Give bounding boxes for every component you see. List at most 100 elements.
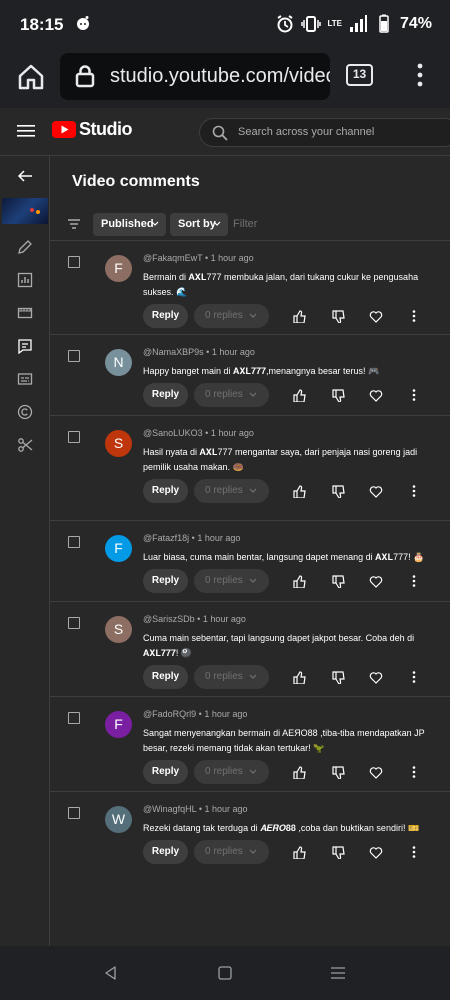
like-icon[interactable]	[292, 765, 306, 779]
more-vert-icon[interactable]	[407, 765, 421, 779]
heart-icon[interactable]	[369, 484, 383, 498]
dislike-icon[interactable]	[331, 574, 345, 588]
video-thumbnail[interactable]	[2, 198, 48, 224]
more-vert-icon[interactable]	[407, 309, 421, 323]
heart-icon[interactable]	[369, 388, 383, 402]
comment-author[interactable]: @SanoLUKO3	[143, 428, 203, 438]
channel-search-input[interactable]: Search across your channel	[199, 118, 450, 147]
tab-switcher-button[interactable]: 13	[346, 64, 373, 86]
edit-icon[interactable]	[17, 239, 33, 255]
more-vert-icon[interactable]	[408, 62, 432, 88]
chevron-down-icon	[249, 578, 257, 583]
replies-label: 0 replies	[205, 575, 243, 586]
replies-button[interactable]: 0 replies	[194, 760, 269, 784]
address-bar[interactable]: studio.youtube.com/video	[60, 53, 330, 100]
menu-icon[interactable]	[16, 122, 36, 140]
more-vert-icon[interactable]	[407, 670, 421, 684]
clips-icon[interactable]	[17, 437, 33, 453]
analytics-icon[interactable]	[17, 272, 33, 288]
more-vert-icon[interactable]	[407, 845, 421, 859]
reply-button[interactable]: Reply	[143, 840, 188, 864]
comment-author[interactable]: @SariszSDb	[143, 614, 195, 624]
studio-logo-text[interactable]: Studio	[79, 119, 133, 140]
more-vert-icon[interactable]	[407, 574, 421, 588]
back-arrow-icon[interactable]	[17, 168, 33, 184]
comment-author[interactable]: @FakaqmEwT	[143, 253, 202, 263]
replies-button[interactable]: 0 replies	[194, 569, 269, 593]
replies-button[interactable]: 0 replies	[194, 383, 269, 407]
filter-icon[interactable]	[67, 218, 81, 230]
back-nav-icon[interactable]	[103, 965, 119, 981]
comment-meta: @NamaXBP9s • 1 hour ago	[143, 347, 255, 357]
battery-icon	[379, 14, 389, 33]
dislike-icon[interactable]	[331, 484, 345, 498]
like-icon[interactable]	[292, 484, 306, 498]
battery-percent: 74%	[399, 15, 432, 32]
like-icon[interactable]	[292, 670, 306, 684]
dislike-icon[interactable]	[331, 388, 345, 402]
comment-author[interactable]: @NamaXBP9s	[143, 347, 204, 357]
like-icon[interactable]	[292, 574, 306, 588]
comment-row: F @FakaqmEwT • 1 hour ago Bermain di 𝐀𝐗𝐋77…	[50, 240, 450, 334]
like-icon[interactable]	[292, 309, 306, 323]
comment-row: F @FadoRQrl9 • 1 hour ago Sangat menyenang…	[50, 696, 450, 791]
reply-button[interactable]: Reply	[143, 304, 188, 328]
reply-button[interactable]: Reply	[143, 383, 188, 407]
replies-button[interactable]: 0 replies	[194, 665, 269, 689]
more-vert-icon[interactable]	[407, 388, 421, 402]
heart-icon[interactable]	[369, 670, 383, 684]
reply-button[interactable]: Reply	[143, 569, 188, 593]
dislike-icon[interactable]	[331, 765, 345, 779]
select-checkbox[interactable]	[68, 807, 80, 819]
avatar[interactable]: S	[105, 430, 132, 457]
heart-icon[interactable]	[369, 765, 383, 779]
editor-icon[interactable]	[17, 305, 33, 321]
avatar[interactable]: F	[105, 255, 132, 282]
avatar[interactable]: N	[105, 349, 132, 376]
youtube-logo-icon[interactable]	[52, 121, 76, 138]
published-chip[interactable]: Published	[93, 213, 166, 236]
like-icon[interactable]	[292, 845, 306, 859]
replies-button[interactable]: 0 replies	[194, 304, 269, 328]
select-checkbox[interactable]	[68, 712, 80, 724]
subtitles-icon[interactable]	[17, 371, 33, 387]
comment-meta: @WinagfqHL • 1 hour ago	[143, 804, 248, 814]
avatar[interactable]: F	[105, 535, 132, 562]
reply-button[interactable]: Reply	[143, 665, 188, 689]
replies-button[interactable]: 0 replies	[194, 479, 269, 503]
more-vert-icon[interactable]	[407, 484, 421, 498]
comment-author[interactable]: @FadoRQrl9	[143, 709, 196, 719]
heart-icon[interactable]	[369, 574, 383, 588]
comments-icon[interactable]	[17, 338, 33, 354]
like-icon[interactable]	[292, 388, 306, 402]
reply-button[interactable]: Reply	[143, 479, 188, 503]
dislike-icon[interactable]	[331, 670, 345, 684]
home-icon[interactable]	[15, 61, 47, 93]
comment-meta: @FakaqmEwT • 1 hour ago	[143, 253, 254, 263]
select-checkbox[interactable]	[68, 431, 80, 443]
comment-author[interactable]: @WinagfqHL	[143, 804, 196, 814]
filter-input[interactable]: Filter	[233, 218, 257, 230]
sort-by-chip[interactable]: Sort by	[170, 213, 228, 236]
avatar[interactable]: W	[105, 806, 132, 833]
status-bar: 18:15 LTE 74%	[0, 0, 450, 50]
dislike-icon[interactable]	[331, 309, 345, 323]
select-checkbox[interactable]	[68, 617, 80, 629]
avatar[interactable]: S	[105, 616, 132, 643]
select-checkbox[interactable]	[68, 350, 80, 362]
comment-actions: Reply 0 replies	[143, 304, 443, 328]
heart-icon[interactable]	[369, 309, 383, 323]
chevron-down-icon	[249, 674, 257, 679]
select-checkbox[interactable]	[68, 256, 80, 268]
dislike-icon[interactable]	[331, 845, 345, 859]
comment-text: Happy banget main di 𝐀𝐗𝐋𝟕𝟕𝟕,menangnya be…	[143, 366, 380, 376]
reply-button[interactable]: Reply	[143, 760, 188, 784]
avatar[interactable]: F	[105, 711, 132, 738]
home-nav-icon[interactable]	[217, 965, 233, 981]
recents-nav-icon[interactable]	[330, 965, 346, 981]
select-checkbox[interactable]	[68, 536, 80, 548]
copyright-icon[interactable]	[17, 404, 33, 420]
heart-icon[interactable]	[369, 845, 383, 859]
comment-author[interactable]: @Fatazf18j	[143, 533, 189, 543]
replies-button[interactable]: 0 replies	[194, 840, 269, 864]
